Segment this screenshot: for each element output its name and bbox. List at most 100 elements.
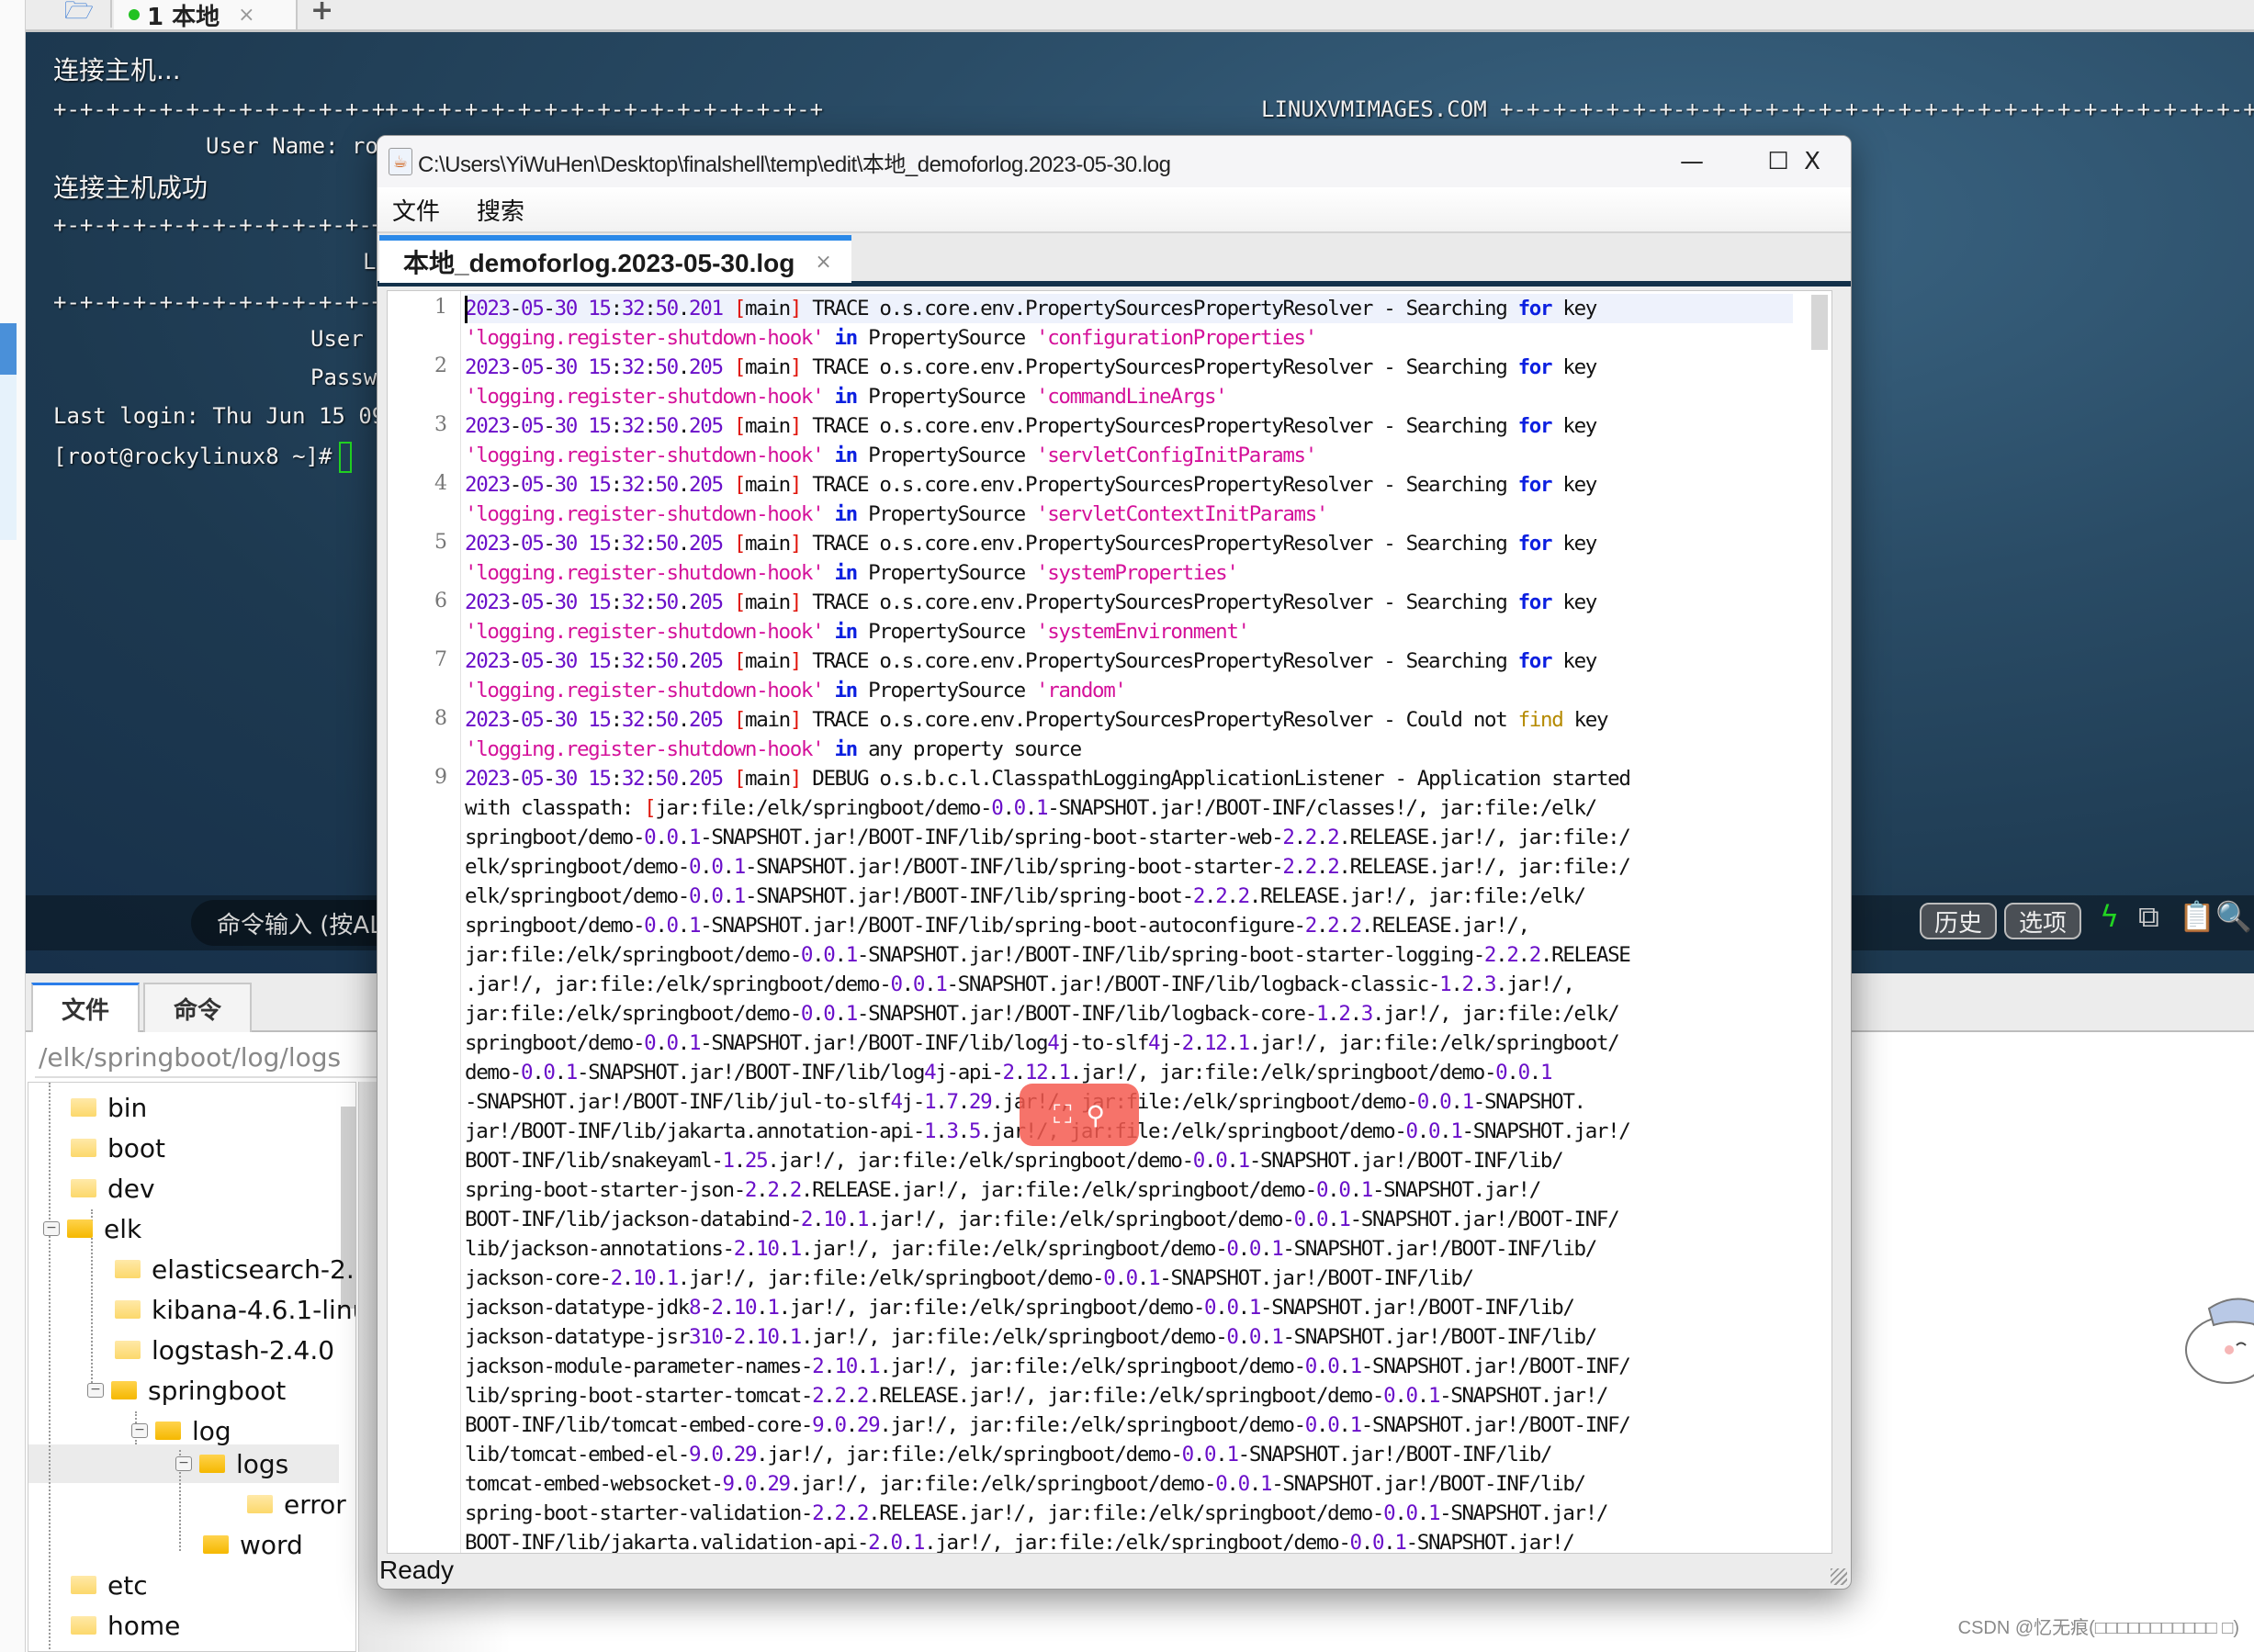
code-line: BOOT-INF/lib/jackson-databind-2.10.1.jar… bbox=[465, 1208, 1620, 1231]
tree-item-elasticsearch[interactable]: elasticsearch-2.4 bbox=[115, 1250, 356, 1288]
code-line: 2023-05-30 15:32:50.205 [main] TRACE o.s… bbox=[465, 355, 1597, 379]
tree-item-home[interactable]: home bbox=[71, 1606, 180, 1645]
tab-files[interactable]: 文件 bbox=[31, 983, 140, 1032]
code-line: 'logging.register-shutdown-hook' in Prop… bbox=[465, 385, 1228, 409]
close-button[interactable]: X bbox=[1780, 143, 1844, 180]
code-line: jackson-datatype-jdk8-2.10.1.jar!/, jar:… bbox=[465, 1296, 1575, 1320]
folder-icon bbox=[115, 1260, 141, 1278]
editor-menu-bar: 文件 搜索 bbox=[378, 187, 1851, 233]
tree-item-elk[interactable]: − elk bbox=[43, 1209, 141, 1248]
code-line: jackson-core-2.10.1.jar!/, jar:file:/elk… bbox=[465, 1266, 1474, 1290]
editor-title-bar[interactable]: ☕ C:\Users\YiWuHen\Desktop\finalshell\te… bbox=[378, 136, 1851, 187]
code-line: jackson-datatype-jsr310-2.10.1.jar!/, ja… bbox=[465, 1325, 1597, 1349]
resize-grip[interactable] bbox=[1831, 1568, 1847, 1585]
ai-select-icon[interactable]: ⛶ bbox=[1054, 1099, 1072, 1130]
tree-item-label: dev bbox=[107, 1173, 155, 1204]
tree-item-kibana[interactable]: kibana-4.6.1-linu bbox=[115, 1290, 356, 1329]
editor-scrollbar[interactable] bbox=[1811, 295, 1828, 350]
folder-icon bbox=[71, 1616, 96, 1635]
close-icon[interactable]: × bbox=[815, 251, 831, 274]
folder-icon bbox=[71, 1098, 96, 1117]
prompt-text: [root@rockylinux8 ~]# bbox=[53, 444, 332, 469]
code-line: 'logging.register-shutdown-hook' in Prop… bbox=[465, 326, 1317, 350]
tree-item-springboot[interactable]: − springboot bbox=[87, 1371, 286, 1410]
code-line: 2023-05-30 15:32:50.205 [main] TRACE o.s… bbox=[465, 649, 1597, 673]
file-tree: bin boot dev − elk elasticsearch-2.4 kiba… bbox=[28, 1082, 356, 1652]
history-button[interactable]: 历史 bbox=[1920, 903, 1998, 939]
connection-status-dot bbox=[129, 9, 140, 20]
menu-file[interactable]: 文件 bbox=[392, 193, 440, 227]
session-tab-local[interactable]: 1 本地 × bbox=[114, 0, 298, 31]
tree-item-error[interactable]: error bbox=[247, 1485, 346, 1523]
paste-icon[interactable]: 📋 bbox=[2179, 899, 2215, 934]
code-line: 'logging.register-shutdown-hook' in Prop… bbox=[465, 502, 1328, 526]
close-icon[interactable]: × bbox=[238, 4, 254, 27]
sidebar-selected-row[interactable] bbox=[0, 323, 17, 375]
tree-item-label: logstash-2.4.0 bbox=[152, 1334, 335, 1365]
code-line: 2023-05-30 15:32:50.205 [main] TRACE o.s… bbox=[465, 473, 1597, 497]
code-line: BOOT-INF/lib/snakeyaml-1.25.jar!/, jar:f… bbox=[465, 1149, 1564, 1173]
code-line: springboot/demo-0.0.1-SNAPSHOT.jar!/BOOT… bbox=[465, 1031, 1620, 1055]
code-line: tomcat-embed-websocket-9.0.29.jar!/, jar… bbox=[465, 1472, 1586, 1496]
folder-icon bbox=[115, 1341, 141, 1359]
code-line: 2023-05-30 15:32:50.205 [main] DEBUG o.s… bbox=[465, 767, 1631, 791]
tree-item-bin[interactable]: bin bbox=[71, 1088, 147, 1127]
terminal-cursor bbox=[339, 442, 353, 473]
tree-item-label: logs bbox=[236, 1448, 289, 1479]
tree-item-dev[interactable]: dev bbox=[71, 1169, 155, 1208]
search-icon[interactable]: 🔍 bbox=[2215, 899, 2252, 934]
folder-icon bbox=[203, 1535, 229, 1554]
text-caret bbox=[465, 296, 468, 323]
tree-item-word[interactable]: word bbox=[203, 1525, 303, 1564]
code-line: lib/spring-boot-starter-tomcat-2.2.2.REL… bbox=[465, 1384, 1608, 1408]
tab-commands[interactable]: 命令 bbox=[143, 983, 252, 1032]
code-line: with classpath: [jar:file:/elk/springboo… bbox=[465, 796, 1597, 820]
line-number: 6 bbox=[434, 590, 447, 612]
terminal-line: L bbox=[363, 249, 377, 275]
code-line: .jar!/, jar:file:/elk/springboot/demo-0.… bbox=[465, 972, 1575, 996]
mascot-sticker bbox=[2185, 1298, 2254, 1384]
tree-item-label: kibana-4.6.1-linu bbox=[152, 1294, 356, 1325]
tree-item-label: springboot bbox=[148, 1375, 287, 1406]
collapse-icon[interactable]: − bbox=[87, 1383, 104, 1398]
tree-item-label: etc bbox=[107, 1569, 148, 1601]
path-field[interactable]: /elk/springboot/log/logs bbox=[35, 1038, 384, 1078]
code-line: springboot/demo-0.0.1-SNAPSHOT.jar!/BOOT… bbox=[465, 914, 1530, 938]
terminal-line: User Name: ro bbox=[206, 133, 378, 159]
add-tab-button[interactable]: + bbox=[310, 0, 333, 27]
code-line: 2023-05-30 15:32:50.205 [main] TRACE o.s… bbox=[465, 414, 1597, 438]
ai-floating-toolbar[interactable]: ⛶ ⚲ bbox=[1020, 1084, 1139, 1146]
tree-item-logs[interactable]: − logs bbox=[175, 1444, 288, 1483]
line-number: 4 bbox=[434, 472, 447, 495]
tree-item-etc[interactable]: etc bbox=[71, 1566, 148, 1604]
code-line: demo-0.0.1-SNAPSHOT.jar!/BOOT-INF/lib/lo… bbox=[465, 1061, 1553, 1084]
collapse-icon[interactable]: − bbox=[43, 1221, 60, 1236]
code-lines: 2023-05-30 15:32:50.201 [main] TRACE o.s… bbox=[465, 291, 1806, 1553]
collapse-icon[interactable]: − bbox=[131, 1423, 148, 1438]
collapse-icon[interactable]: − bbox=[175, 1456, 192, 1471]
tree-item-label: home bbox=[107, 1610, 181, 1641]
copy-icon[interactable]: ⧉ bbox=[2138, 899, 2159, 935]
left-sidebar-strip bbox=[0, 0, 26, 1652]
editor-text-area[interactable]: 1 2 3 4 5 6 7 8 9 2023-05-30 15:32:50.201 [main]… bbox=[387, 290, 1832, 1554]
editor-tab-log-file[interactable]: 本地_demoforlog.2023-05-30.log × bbox=[379, 235, 851, 283]
editor-status-bar: Ready bbox=[379, 1556, 454, 1584]
tree-item-label: elk bbox=[104, 1213, 142, 1244]
code-line: springboot/demo-0.0.1-SNAPSHOT.jar!/BOOT… bbox=[465, 826, 1631, 849]
code-line: 'logging.register-shutdown-hook' in any … bbox=[465, 737, 1082, 761]
code-line: 2023-05-30 15:32:50.205 [main] TRACE o.s… bbox=[465, 590, 1597, 614]
tree-item-boot[interactable]: boot bbox=[71, 1129, 165, 1167]
code-line: spring-boot-starter-validation-2.2.2.REL… bbox=[465, 1501, 1608, 1525]
line-number: 2 bbox=[434, 354, 447, 377]
folder-open-icon[interactable]: 🗁 bbox=[48, 0, 112, 28]
minimize-button[interactable]: — bbox=[1660, 143, 1724, 180]
tree-item-label: elasticsearch-2.4 bbox=[152, 1253, 356, 1285]
options-button[interactable]: 选项 bbox=[2004, 903, 2082, 939]
tree-item-logstash[interactable]: logstash-2.4.0 bbox=[115, 1331, 334, 1369]
lightning-icon[interactable]: ϟ bbox=[2100, 899, 2119, 934]
tree-item-label: bin bbox=[107, 1092, 148, 1123]
search-icon[interactable]: ⚲ bbox=[1087, 1100, 1106, 1130]
code-line: jar:file:/elk/springboot/demo-0.0.1-SNAP… bbox=[465, 1002, 1620, 1026]
terminal-prompt: [root@rockylinux8 ~]# bbox=[53, 442, 353, 473]
menu-search[interactable]: 搜索 bbox=[477, 193, 524, 227]
